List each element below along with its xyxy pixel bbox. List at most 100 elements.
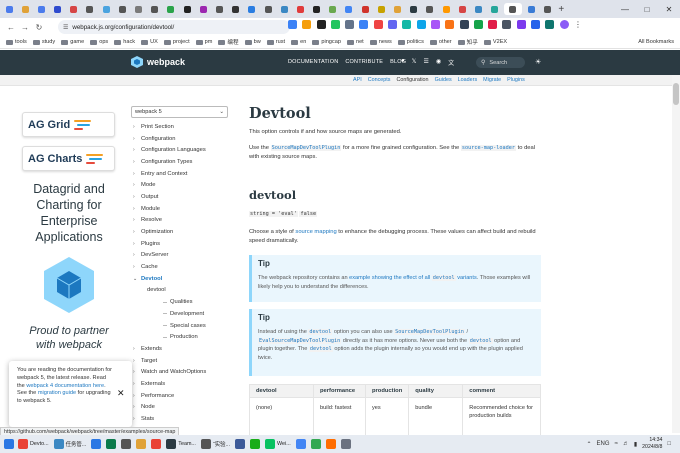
sidebar-item[interactable]: › Mode	[131, 179, 228, 191]
tip1-example-link[interactable]: example showing the effect of all	[349, 275, 430, 281]
code-sourcemap-plugin-link[interactable]: SourceMapDevToolPlugin	[270, 145, 342, 151]
extension-icon[interactable]	[302, 20, 312, 29]
close-window-icon[interactable]: ✕	[658, 0, 680, 18]
bookmark-folder[interactable]: ops	[90, 39, 108, 45]
taskbar-app[interactable]: Wei...	[265, 439, 291, 449]
sidebar-item[interactable]: › Performance	[131, 390, 228, 402]
extension-icon[interactable]	[345, 20, 355, 29]
source-mapping-link[interactable]: source mapping	[295, 229, 336, 235]
browser-tab[interactable]	[423, 3, 437, 15]
browser-tab[interactable]	[229, 3, 243, 15]
sidebar-item[interactable]: › Externals	[131, 378, 228, 390]
tip2-c3[interactable]: EvalSourceMapDevToolPlugin	[258, 337, 342, 344]
sidebar-item[interactable]: › Extends	[131, 343, 228, 355]
notification-icon[interactable]: □	[667, 441, 671, 447]
ag-grid-logo[interactable]: AG Grid	[22, 112, 115, 137]
clock[interactable]: 14:34 2024/8/8	[642, 437, 662, 451]
sidebar-item[interactable]: › Print Section	[131, 121, 228, 133]
language-icon[interactable]: 文	[448, 58, 454, 67]
bookmark-folder[interactable]: en	[291, 39, 306, 45]
extension-icon[interactable]	[388, 20, 398, 29]
taskbar-app[interactable]	[310, 439, 321, 449]
scrollbar-thumb[interactable]	[673, 83, 679, 105]
close-icon[interactable]: ✕	[117, 388, 125, 399]
taskbar-app[interactable]	[91, 439, 102, 449]
bookmark-folder[interactable]: pingcap	[312, 39, 341, 45]
sidebar-item[interactable]: Special cases	[131, 320, 228, 332]
browser-tab[interactable]	[83, 3, 97, 15]
bookmark-folder[interactable]: project	[163, 39, 190, 45]
browser-tab[interactable]	[245, 3, 259, 15]
extension-icon[interactable]	[488, 20, 498, 29]
sidebar-item[interactable]: › Target	[131, 355, 228, 367]
sidebar-item[interactable]: › Stats	[131, 413, 228, 425]
sidebar-item[interactable]: › Plugins	[131, 238, 228, 250]
bookmark-folder[interactable]: other	[429, 39, 452, 45]
sponsor-ad[interactable]: AG Grid AG Charts Datagrid and Charting …	[0, 86, 123, 372]
browser-tab[interactable]	[342, 3, 356, 15]
taskbar-app[interactable]: “实验...	[200, 439, 230, 449]
browser-tab[interactable]	[18, 3, 32, 15]
extension-icon[interactable]	[416, 20, 426, 29]
profile-avatar[interactable]	[559, 20, 569, 29]
browser-tab[interactable]	[503, 3, 522, 15]
taskbar-app[interactable]: 任务管...	[53, 439, 86, 449]
extension-icon[interactable]	[373, 20, 383, 29]
discord-icon[interactable]: ◉	[436, 58, 441, 67]
sidebar-item[interactable]: › Module	[131, 203, 228, 215]
taskbar-app[interactable]	[295, 439, 306, 449]
page-scrollbar[interactable]	[672, 75, 680, 433]
tip1-variants-link[interactable]: variants	[457, 275, 477, 281]
site-info-icon[interactable]: ☰	[63, 24, 68, 31]
sidebar-item[interactable]: ⌄ Devtool	[131, 273, 228, 285]
browser-tab[interactable]	[540, 3, 554, 15]
bookmark-folder[interactable]: rust	[266, 39, 285, 45]
bookmark-folder[interactable]: tools	[6, 39, 27, 45]
browser-tab[interactable]	[164, 3, 178, 15]
browser-tab[interactable]	[326, 3, 340, 15]
taskbar-app[interactable]	[106, 439, 117, 449]
bookmark-folder[interactable]: V2EX	[483, 39, 507, 45]
browser-tab[interactable]	[407, 3, 421, 15]
sidebar-item[interactable]: › Optimization	[131, 226, 228, 238]
browser-tab[interactable]	[51, 3, 65, 15]
browser-tab[interactable]	[115, 3, 129, 15]
browser-tab[interactable]	[471, 3, 485, 15]
browser-tab[interactable]	[488, 3, 502, 15]
x-icon[interactable]: 𝕏	[412, 58, 417, 67]
sidebar-item[interactable]: › Resolve	[131, 215, 228, 227]
browser-tab[interactable]	[439, 3, 453, 15]
reload-icon[interactable]: ↻	[32, 20, 46, 34]
sidebar-item[interactable]: › DevServer	[131, 250, 228, 262]
theme-toggle-icon[interactable]: ☀	[535, 58, 541, 66]
migration-guide-link[interactable]: migration guide	[38, 390, 76, 396]
battery-icon[interactable]: ▮	[634, 441, 637, 448]
sidebar-item[interactable]: › Configuration Languages	[131, 144, 228, 156]
sidebar-item[interactable]: › Configuration Types	[131, 156, 228, 168]
bookmark-folder[interactable]: news	[369, 39, 392, 45]
all-bookmarks[interactable]: All Bookmarks	[638, 39, 674, 45]
sidebar-item[interactable]: › Output	[131, 191, 228, 203]
stackoverflow-icon[interactable]: ☰	[423, 58, 428, 67]
webpack-logo[interactable]: webpack	[131, 56, 185, 68]
version-select[interactable]: webpack 5 ⌄	[131, 106, 228, 118]
browser-menu-icon[interactable]: ⋮	[574, 20, 582, 29]
browser-tab[interactable]	[99, 3, 113, 15]
bookmark-folder[interactable]: bw	[244, 39, 261, 45]
browser-tab[interactable]	[293, 3, 307, 15]
browser-tab[interactable]	[455, 3, 469, 15]
browser-tab[interactable]	[34, 3, 48, 15]
wifi-icon[interactable]: ≈	[615, 441, 618, 447]
browser-tab[interactable]	[310, 3, 324, 15]
browser-tab[interactable]	[277, 3, 291, 15]
github-icon[interactable]: ●	[401, 58, 405, 67]
extension-icon[interactable]	[288, 20, 297, 29]
browser-tab[interactable]	[180, 3, 194, 15]
taskbar-app[interactable]: Team...	[166, 439, 196, 449]
bookmark-folder[interactable]: politics	[397, 39, 424, 45]
bookmark-folder[interactable]: 编程	[218, 38, 239, 46]
taskbar-app[interactable]	[325, 439, 336, 449]
sidebar-item[interactable]: › Watch and WatchOptions	[131, 366, 228, 378]
taskbar-app[interactable]	[121, 439, 132, 449]
sidebar-item[interactable]: Development	[131, 308, 228, 320]
